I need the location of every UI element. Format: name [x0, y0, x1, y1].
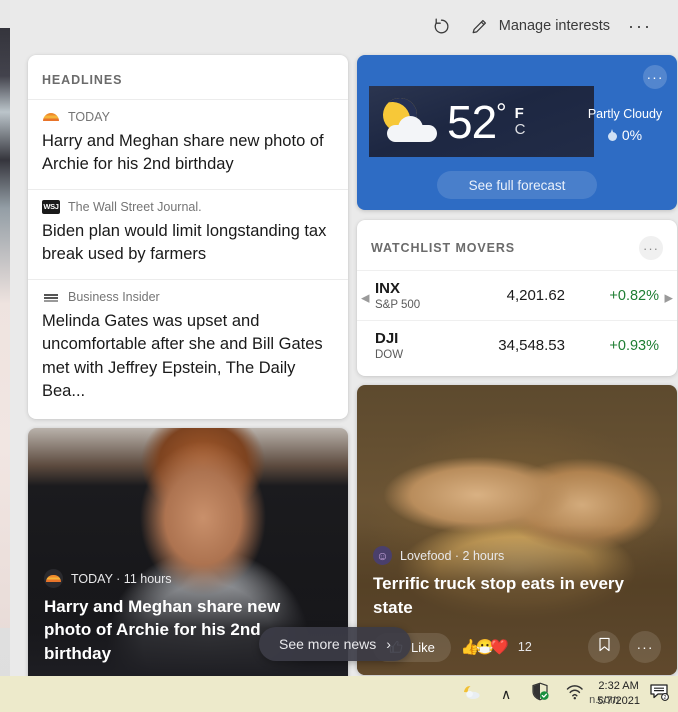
news-tile[interactable]: TODAY · 11 hours Harry and Meghan share …	[28, 428, 348, 712]
background-window-sliver	[0, 28, 10, 628]
pencil-icon	[469, 15, 491, 37]
sun-cloud-icon	[461, 683, 483, 706]
svg-text:2: 2	[664, 695, 667, 701]
unit-toggle[interactable]: F C	[515, 105, 526, 138]
weather-hero: 52° F C	[369, 86, 594, 157]
tile-source: Lovefood · 2 hours	[373, 546, 661, 566]
weather-more-button[interactable]: ···	[643, 65, 667, 89]
precipitation-value: 0%	[621, 127, 643, 143]
feed-toolbar: Manage interests ···	[10, 0, 678, 52]
weather-precipitation: 0%	[583, 127, 667, 143]
refresh-icon	[431, 15, 453, 37]
watchlist-prev-button[interactable]: ◀	[361, 292, 369, 305]
today-logo-icon	[44, 569, 63, 589]
reaction-emojis: 👍 😷 ❤️	[461, 640, 509, 655]
refresh-button[interactable]	[423, 9, 461, 43]
weather-condition: Partly Cloudy	[587, 107, 663, 121]
unit-celsius[interactable]: C	[515, 121, 526, 138]
watchlist-change: +0.82%	[609, 287, 659, 304]
tile-source-label: Lovefood · 2 hours	[400, 548, 505, 563]
system-tray: ∧ 2:32 AM 5/7/2021 n.com 2	[455, 676, 672, 712]
tile-source: TODAY · 11 hours	[44, 569, 332, 589]
taskbar: ∧ 2:32 AM 5/7/2021 n.com 2	[0, 676, 678, 712]
weather-temperature: 52°	[447, 95, 507, 148]
clock-button[interactable]: 2:32 AM 5/7/2021 n.com	[589, 679, 646, 709]
moon-behind-cloud-icon	[373, 90, 445, 154]
tile-actions: Like 👍 😷 ❤️ 12 ···	[373, 631, 661, 663]
degree-symbol: °	[496, 97, 506, 128]
watchlist-section-title: WATCHLIST MOVERS	[371, 241, 516, 255]
watchlist-row[interactable]: DJI DOW 34,548.53 +0.93%	[357, 320, 677, 370]
like-label: Like	[411, 639, 435, 655]
watchlist-symbol: DJI DOW	[375, 330, 485, 361]
headline-item[interactable]: WSJ The Wall Street Journal. Biden plan …	[28, 188, 348, 279]
headlines-section-title: HEADLINES	[42, 73, 123, 87]
taskbar-weather-button[interactable]	[455, 676, 489, 712]
watchlist-header: WATCHLIST MOVERS ···	[357, 234, 677, 270]
see-more-news-button[interactable]: See more news ›	[259, 627, 411, 661]
tile-headline: Terrific truck stop eats in every state	[373, 574, 625, 617]
chevron-right-icon: ›	[386, 636, 391, 652]
notifications-button[interactable]: 2	[646, 676, 672, 712]
tile-right-actions: ···	[588, 631, 661, 663]
manage-interests-label: Manage interests	[498, 18, 611, 34]
business-insider-logo-icon	[42, 290, 60, 304]
more-icon: ···	[636, 639, 654, 655]
weather-details: Partly Cloudy 0%	[583, 107, 667, 143]
reaction-emoji: ❤️	[490, 638, 509, 656]
see-more-news-label: See more news	[279, 636, 377, 652]
show-hidden-icons-button[interactable]: ∧	[489, 676, 523, 712]
notification-icon: 2	[649, 683, 669, 706]
headline-item[interactable]: Business Insider Melinda Gates was upset…	[28, 278, 348, 416]
news-feed-window: Manage interests ··· HEADLINES TODAY Har…	[0, 0, 678, 712]
clock-date: 5/7/2021	[597, 695, 640, 707]
watchlist-change: +0.93%	[609, 337, 659, 354]
reaction-summary[interactable]: 👍 😷 ❤️ 12	[461, 640, 532, 655]
watchlist-ticker: DJI	[375, 330, 399, 347]
watchlist-name: DOW	[375, 349, 404, 361]
unit-fahrenheit[interactable]: F	[515, 105, 526, 122]
see-full-forecast-button[interactable]: See full forecast	[437, 171, 597, 199]
watchlist-price: 4,201.62	[506, 287, 565, 304]
tile-source-label: TODAY · 11 hours	[71, 571, 172, 586]
shield-icon	[531, 682, 549, 706]
water-drop-icon	[607, 129, 617, 141]
headline-text: Biden plan would limit longstanding tax …	[42, 221, 327, 264]
watchlist-row[interactable]: INX S&P 500 4,201.62 +0.82%	[357, 270, 677, 320]
watchlist-ticker: INX	[375, 280, 401, 297]
watchlist-name: S&P 500	[375, 299, 421, 311]
wifi-icon	[565, 684, 584, 705]
headline-source: Business Insider	[42, 290, 334, 304]
watchlist-symbol: INX S&P 500	[375, 280, 485, 311]
manage-interests-button[interactable]: Manage interests	[461, 9, 618, 43]
feed-left-column: HEADLINES TODAY Harry and Meghan share n…	[28, 55, 348, 712]
today-logo-icon	[42, 110, 60, 124]
watchlist-card: WATCHLIST MOVERS ··· ◀ ▶ INX S&P 500 4,2…	[357, 220, 677, 376]
headline-source: TODAY	[42, 110, 334, 124]
weather-card[interactable]: ··· 52° F C Partly Cloudy 0% See full fo…	[357, 55, 677, 210]
headlines-card: HEADLINES TODAY Harry and Meghan share n…	[28, 55, 348, 420]
bookmark-icon	[598, 637, 611, 657]
toolbar-more-button[interactable]: ···	[618, 12, 662, 41]
headline-source: WSJ The Wall Street Journal.	[42, 199, 334, 214]
windows-defender-button[interactable]	[523, 676, 557, 712]
headline-source-label: The Wall Street Journal.	[68, 199, 202, 214]
chevron-up-icon: ∧	[501, 685, 512, 702]
wsj-logo-icon: WSJ	[42, 199, 60, 214]
headline-text: Harry and Meghan share new photo of Arch…	[42, 132, 324, 174]
feed-right-column: ··· 52° F C Partly Cloudy 0% See full fo…	[357, 55, 677, 675]
watchlist-next-button[interactable]: ▶	[665, 292, 673, 305]
network-button[interactable]	[557, 676, 591, 712]
headline-source-label: Business Insider	[68, 289, 160, 304]
headline-source-label: TODAY	[68, 110, 110, 124]
watchlist-price: 34,548.53	[498, 337, 565, 354]
lovefood-logo-icon	[373, 546, 392, 566]
tile-more-button[interactable]: ···	[629, 631, 661, 663]
bookmark-button[interactable]	[588, 631, 620, 663]
clock-time: 2:32 AM	[598, 680, 639, 693]
reaction-count: 12	[517, 640, 532, 654]
watchlist-more-button[interactable]: ···	[639, 236, 663, 260]
headline-text: Melinda Gates was upset and uncomfortabl…	[42, 311, 323, 400]
headline-item[interactable]: TODAY Harry and Meghan share new photo o…	[28, 99, 348, 189]
